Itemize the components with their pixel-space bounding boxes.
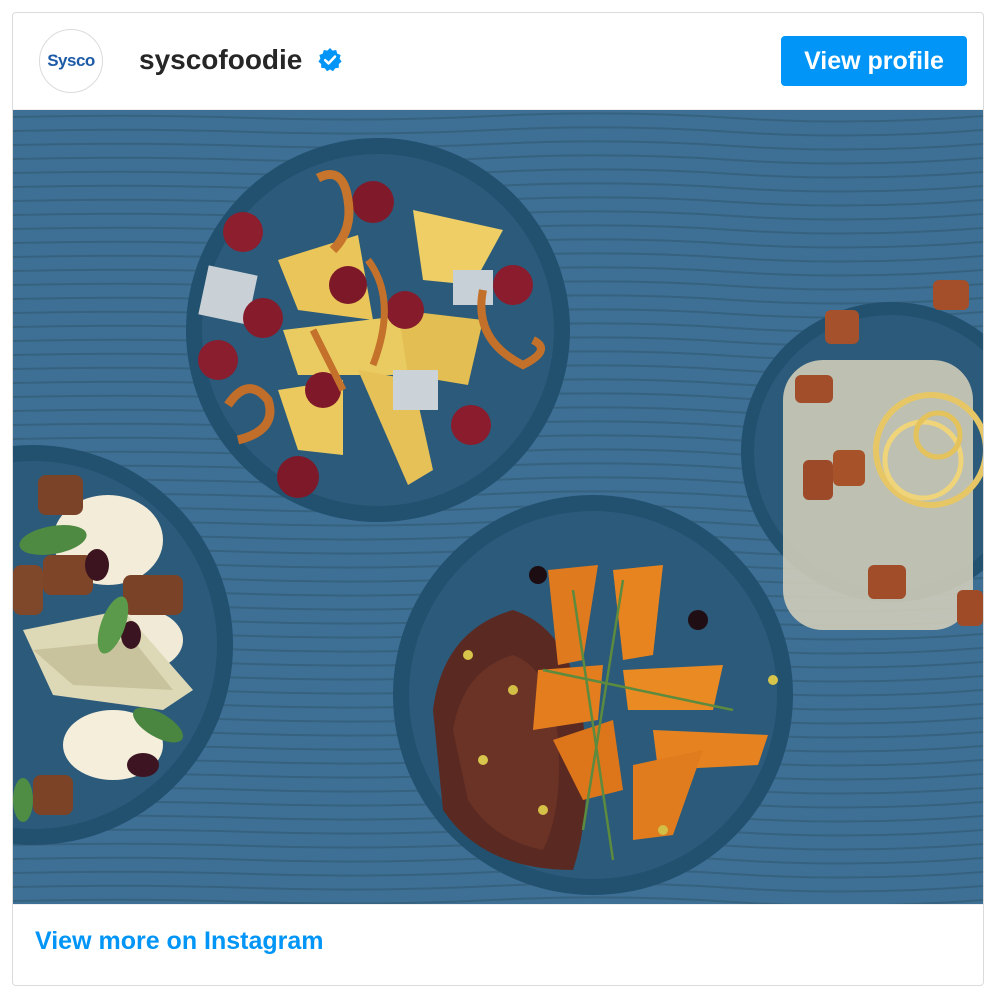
instagram-embed-card: Sysco syscofoodie View profile View more…: [12, 12, 984, 986]
food-plates-photo: [13, 110, 983, 904]
avatar-logo-text: Sysco: [47, 51, 95, 70]
avatar[interactable]: Sysco: [39, 29, 103, 93]
post-image[interactable]: [13, 109, 983, 905]
verified-badge-icon: [318, 48, 342, 72]
post-header: Sysco syscofoodie View profile: [13, 13, 983, 109]
post-footer: View more on Instagram: [13, 903, 983, 985]
plate-top: [186, 138, 570, 522]
view-profile-button[interactable]: View profile: [781, 36, 967, 86]
username[interactable]: syscofoodie: [139, 43, 302, 77]
view-more-on-instagram-link[interactable]: View more on Instagram: [35, 925, 324, 957]
plate-bottom: [393, 495, 793, 895]
